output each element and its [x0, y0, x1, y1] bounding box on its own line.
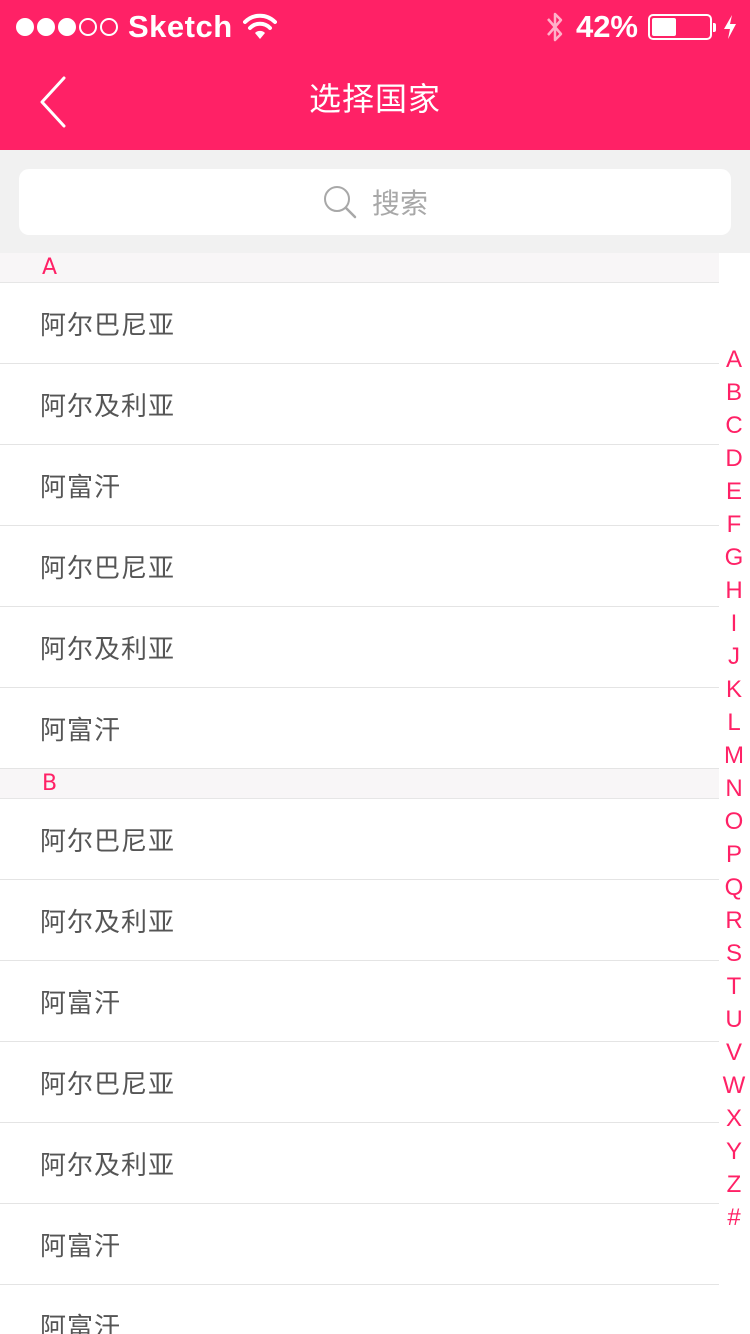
index-letter[interactable]: I — [731, 607, 738, 640]
index-letter[interactable]: U — [725, 1003, 742, 1036]
country-name: 阿富汗 — [40, 715, 122, 746]
index-letter[interactable]: K — [726, 673, 742, 706]
status-right: 42% — [544, 9, 738, 45]
country-name: 阿尔及利亚 — [40, 634, 176, 665]
index-letter[interactable]: L — [727, 706, 740, 739]
index-letter[interactable]: W — [723, 1069, 746, 1102]
country-row[interactable]: 阿尔及利亚 — [0, 364, 719, 445]
index-letter[interactable]: V — [726, 1036, 742, 1069]
index-letter[interactable]: # — [727, 1201, 740, 1234]
country-name: 阿富汗 — [40, 1312, 122, 1334]
index-letter[interactable]: E — [726, 475, 742, 508]
signal-strength-icon — [16, 18, 118, 36]
country-row[interactable]: 阿富汗 — [0, 961, 719, 1042]
status-left: Sketch — [16, 9, 277, 45]
index-letter[interactable]: D — [725, 442, 742, 475]
country-row[interactable]: 阿尔巴尼亚 — [0, 283, 719, 364]
wifi-icon — [242, 13, 277, 39]
country-row[interactable]: 阿富汗 — [0, 1204, 719, 1285]
index-letter[interactable]: T — [727, 970, 742, 1003]
country-row[interactable]: 阿富汗 — [0, 688, 719, 769]
index-letter[interactable]: B — [726, 376, 742, 409]
country-list: A 阿尔巴尼亚 阿尔及利亚 阿富汗 阿尔巴尼亚 阿尔及利亚 阿富汗 B 阿尔巴尼亚 阿尔及利亚 阿富… — [0, 253, 719, 1334]
index-letter[interactable]: Q — [725, 871, 744, 904]
bluetooth-icon — [547, 12, 563, 42]
country-row[interactable]: 阿尔巴尼亚 — [0, 799, 719, 880]
index-letter[interactable]: Y — [726, 1135, 742, 1168]
country-row[interactable]: 阿富汗 — [0, 1285, 719, 1334]
search-area: 搜索 — [0, 150, 750, 253]
status-bar: Sketch 42% — [0, 0, 750, 54]
country-name: 阿尔及利亚 — [40, 1150, 176, 1181]
country-row[interactable]: 阿尔及利亚 — [0, 1123, 719, 1204]
carrier-name: Sketch — [128, 9, 233, 44]
country-row[interactable]: 阿尔巴尼亚 — [0, 526, 719, 607]
country-row[interactable]: 阿富汗 — [0, 445, 719, 526]
search-icon — [323, 186, 357, 219]
signal-dot — [37, 18, 55, 36]
battery-icon — [648, 14, 716, 40]
index-letter[interactable]: F — [727, 508, 742, 541]
section-header: B — [0, 769, 719, 799]
index-letter[interactable]: S — [726, 937, 742, 970]
index-letter[interactable]: O — [725, 805, 744, 838]
index-letter[interactable]: X — [726, 1102, 742, 1135]
index-letter[interactable]: P — [726, 838, 742, 871]
country-name: 阿富汗 — [40, 1231, 122, 1262]
index-letter[interactable]: Z — [727, 1168, 742, 1201]
index-letter[interactable]: N — [725, 772, 742, 805]
country-name: 阿富汗 — [40, 988, 122, 1019]
signal-dot — [79, 18, 97, 36]
country-row[interactable]: 阿尔巴尼亚 — [0, 1042, 719, 1123]
index-letter[interactable]: M — [724, 739, 744, 772]
country-name: 阿尔及利亚 — [40, 391, 176, 422]
country-name: 阿尔巴尼亚 — [40, 1069, 176, 1100]
country-row[interactable]: 阿尔及利亚 — [0, 607, 719, 688]
section-header: A — [0, 253, 719, 283]
signal-dot — [100, 18, 118, 36]
index-letter[interactable]: G — [725, 541, 744, 574]
country-name: 阿尔及利亚 — [40, 907, 176, 938]
page-title: 选择国家 — [308, 80, 441, 118]
country-name: 阿尔巴尼亚 — [40, 310, 176, 341]
nav-bar: 选择国家 — [0, 54, 750, 150]
index-letter[interactable]: C — [725, 409, 742, 442]
index-letter[interactable]: R — [725, 904, 742, 937]
signal-dot — [58, 18, 76, 36]
search-input[interactable]: 搜索 — [19, 169, 731, 235]
index-letter[interactable]: A — [726, 343, 742, 376]
header: Sketch 42% 选择国家 — [0, 0, 750, 150]
country-name: 阿尔巴尼亚 — [40, 826, 176, 857]
charging-bolt-icon — [724, 15, 736, 39]
country-name: 阿富汗 — [40, 472, 122, 503]
battery-percent: 42% — [575, 9, 638, 44]
index-letter[interactable]: H — [725, 574, 742, 607]
country-name: 阿尔巴尼亚 — [40, 553, 176, 584]
country-row[interactable]: 阿尔及利亚 — [0, 880, 719, 961]
signal-dot — [16, 18, 34, 36]
alphabet-index-bar[interactable]: A B C D E F G H I J K L M N O P Q R S T U V W X Y Z # — [718, 343, 750, 1234]
search-placeholder: 搜索 — [371, 187, 428, 220]
battery-level — [652, 18, 676, 36]
index-letter[interactable]: J — [728, 640, 740, 673]
